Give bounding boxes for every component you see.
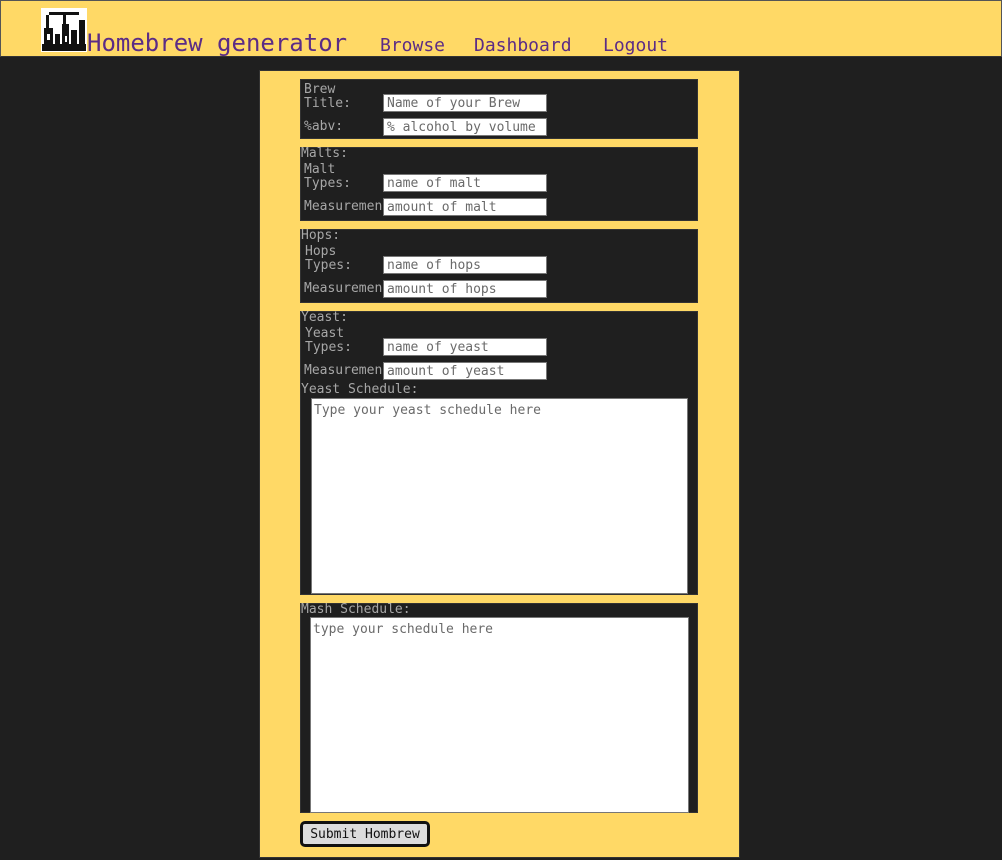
abv-label: %abv:: [304, 120, 344, 134]
yeast-measurement-input[interactable]: [383, 362, 547, 380]
mash-section: Mash Schedule:: [300, 603, 698, 813]
hops-types-input[interactable]: [383, 256, 547, 274]
malt-types-label: Malt Types:: [304, 163, 351, 191]
brew-section: Brew Title: %abv:: [300, 79, 698, 139]
yeast-measurement-label: Measurement: [304, 364, 382, 378]
top-header: Homebrew generator Browse Dashboard Logo…: [0, 0, 1002, 57]
site-brand[interactable]: Homebrew generator: [87, 28, 347, 58]
hops-measurement-label: Measurement: [304, 282, 382, 296]
brew-title-input[interactable]: [383, 94, 547, 112]
yeast-section: Yeast: Yeast Types: Measurement Yeast Sc…: [300, 311, 698, 595]
yeast-schedule-label: Yeast Schedule:: [301, 383, 419, 397]
yeast-schedule-textarea[interactable]: [311, 398, 688, 594]
mash-schedule-textarea[interactable]: [310, 617, 689, 813]
brew-title-label: Brew Title:: [304, 83, 351, 111]
hops-measurement-input[interactable]: [383, 280, 547, 298]
yeast-types-label: Yeast Types:: [305, 327, 352, 355]
abv-input[interactable]: [383, 118, 547, 136]
nav-logout-link[interactable]: Logout: [603, 35, 668, 57]
nav-browse-link[interactable]: Browse: [380, 35, 445, 57]
mash-schedule-legend: Mash Schedule:: [301, 603, 411, 617]
brewery-logo-icon[interactable]: [41, 8, 87, 52]
yeast-legend: Yeast:: [301, 311, 348, 325]
malt-types-input[interactable]: [383, 174, 547, 192]
malts-section: Malts: Malt Types: Measurement: [300, 147, 698, 221]
nav-dashboard-link[interactable]: Dashboard: [474, 35, 572, 57]
hops-types-label: Hops Types:: [305, 245, 352, 273]
hops-legend: Hops:: [301, 229, 341, 243]
malt-measurement-input[interactable]: [383, 198, 547, 216]
malts-legend: Malts:: [301, 147, 348, 161]
malt-measurement-label: Measurement: [304, 200, 382, 214]
hops-section: Hops: Hops Types: Measurement: [300, 229, 698, 303]
brew-form: Brew Title: %abv: Malts: Malt Types: Mea…: [259, 70, 740, 858]
submit-homebrew-button[interactable]: Submit Hombrew: [300, 821, 430, 847]
yeast-types-input[interactable]: [383, 338, 547, 356]
